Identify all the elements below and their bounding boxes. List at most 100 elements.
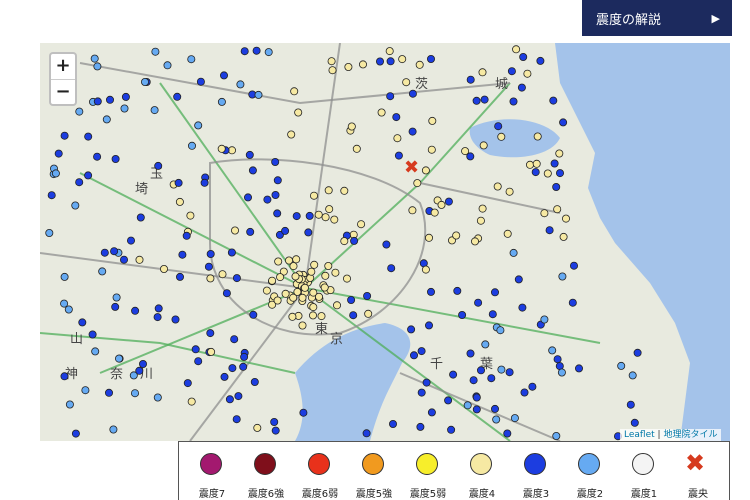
- station-marker: [120, 255, 129, 264]
- station-marker: [220, 372, 229, 381]
- station-marker: [106, 95, 115, 104]
- shindo5-weak-swatch: [416, 453, 438, 475]
- station-marker: [317, 312, 326, 321]
- station-marker: [437, 200, 446, 209]
- station-marker: [163, 61, 172, 70]
- station-marker: [268, 276, 277, 285]
- place-label: 東: [315, 321, 328, 337]
- zoom-out-button[interactable]: −: [51, 80, 75, 105]
- station-marker: [90, 54, 99, 63]
- station-marker: [292, 255, 301, 264]
- station-marker: [385, 47, 394, 56]
- station-marker: [503, 429, 512, 438]
- station-marker: [294, 108, 303, 117]
- shindo5-strong-swatch: [362, 453, 384, 475]
- epicenter-label: 震央: [688, 489, 708, 500]
- station-marker: [98, 267, 107, 276]
- station-marker: [284, 256, 293, 265]
- station-marker: [271, 426, 280, 435]
- station-marker: [556, 169, 565, 178]
- station-marker: [88, 330, 97, 339]
- station-marker: [388, 419, 397, 428]
- station-marker: [139, 359, 148, 368]
- station-marker: [553, 205, 562, 214]
- station-marker: [503, 229, 512, 238]
- shindo5-weak-label: 震度5弱: [409, 489, 447, 500]
- station-marker: [131, 306, 140, 315]
- station-marker: [344, 62, 353, 71]
- shindo6-weak-swatch: [308, 453, 330, 475]
- station-marker: [287, 130, 296, 139]
- legend-item-shindo1: 震度1: [618, 442, 670, 500]
- station-marker: [518, 303, 527, 312]
- shindo-explanation-button[interactable]: 震度の解説 ▶: [582, 0, 732, 36]
- station-marker: [347, 122, 356, 131]
- station-marker: [111, 155, 120, 164]
- station-marker: [570, 261, 579, 270]
- station-marker: [408, 89, 417, 98]
- station-marker: [65, 400, 74, 409]
- place-label: 埼: [135, 182, 148, 197]
- station-marker: [531, 168, 540, 177]
- station-marker: [408, 206, 417, 215]
- legend-item-shindo6-strong: 震度6強: [240, 442, 292, 500]
- station-marker: [493, 182, 502, 191]
- station-marker: [553, 355, 562, 364]
- station-marker: [153, 393, 162, 402]
- station-marker: [352, 144, 361, 153]
- station-marker: [325, 205, 334, 214]
- station-marker: [292, 212, 301, 221]
- station-marker: [291, 272, 300, 281]
- station-marker: [254, 90, 263, 99]
- station-marker: [230, 226, 239, 235]
- legend-item-shindo2: 震度2: [564, 442, 616, 500]
- station-marker: [150, 106, 159, 115]
- kasumigaura-lake: [469, 119, 560, 158]
- road-14: [209, 158, 427, 336]
- intensity-map[interactable]: 茨城玉埼東京千葉神奈川山 ✖: [40, 43, 730, 441]
- station-marker: [548, 346, 557, 355]
- station-marker: [308, 311, 317, 320]
- station-marker: [490, 404, 499, 413]
- station-marker: [248, 166, 257, 175]
- station-marker: [424, 233, 433, 242]
- station-marker: [472, 393, 481, 402]
- station-marker: [630, 418, 639, 427]
- leaflet-link[interactable]: Leaflet: [624, 430, 655, 440]
- station-marker: [386, 92, 395, 101]
- station-marker: [60, 131, 69, 140]
- attribution-separator: |: [657, 430, 661, 440]
- station-marker: [218, 270, 227, 279]
- station-marker: [393, 134, 402, 143]
- station-marker: [246, 227, 255, 236]
- gsi-tiles-link[interactable]: 地理院タイル: [663, 430, 717, 440]
- station-marker: [402, 78, 411, 87]
- station-marker: [160, 264, 169, 273]
- station-marker: [488, 310, 497, 319]
- station-marker: [628, 371, 637, 380]
- station-marker: [262, 286, 271, 295]
- station-marker: [75, 107, 84, 116]
- epicenter-x-icon: ✖: [685, 449, 706, 477]
- station-marker: [194, 357, 203, 366]
- shindo4-swatch: [470, 453, 492, 475]
- station-marker: [497, 365, 506, 374]
- station-marker: [111, 302, 120, 311]
- shindo1-label: 震度1: [630, 489, 658, 500]
- station-marker: [183, 379, 192, 388]
- station-marker: [273, 209, 282, 218]
- station-marker: [204, 262, 213, 271]
- station-marker: [480, 95, 489, 104]
- station-marker: [386, 57, 395, 66]
- station-marker: [427, 145, 436, 154]
- station-marker: [298, 321, 307, 330]
- station-marker: [453, 286, 462, 295]
- station-marker: [514, 275, 523, 284]
- station-marker: [505, 187, 514, 196]
- station-marker: [358, 60, 367, 69]
- pacific-ocean: [555, 43, 730, 441]
- station-marker: [91, 347, 100, 356]
- station-marker: [387, 264, 396, 273]
- zoom-in-button[interactable]: +: [51, 54, 75, 80]
- station-marker: [428, 116, 437, 125]
